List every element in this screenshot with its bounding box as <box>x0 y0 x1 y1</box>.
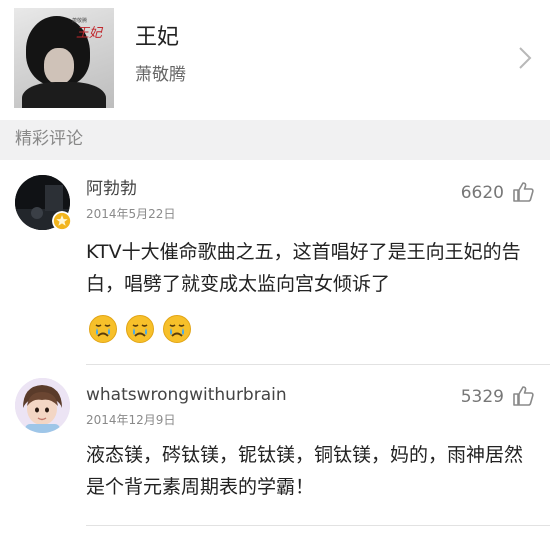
section-header: 精彩评论 <box>0 120 550 160</box>
comment-item[interactable]: whatswrongwithurbrain 2014年12月9日 5329 液态… <box>0 365 550 534</box>
username[interactable]: 阿勃勃 <box>86 181 137 198</box>
cover-face <box>44 48 74 84</box>
crying-face-icon <box>89 315 117 343</box>
chevron-right-icon[interactable] <box>518 46 532 70</box>
avatar[interactable] <box>15 378 70 433</box>
username[interactable]: whatswrongwithurbrain <box>86 387 287 404</box>
crying-face-icon <box>126 315 154 343</box>
album-cover: 萧敬腾 王妃 <box>14 8 114 108</box>
song-artist[interactable]: 萧敬腾 <box>135 67 186 84</box>
thumbs-up-icon[interactable] <box>512 385 534 407</box>
section-title: 精彩评论 <box>15 129 83 149</box>
avatar-image <box>15 378 70 433</box>
comment-date: 2014年12月9日 <box>86 413 176 427</box>
crying-face-icon <box>163 315 191 343</box>
like-count: 6620 <box>460 183 504 203</box>
song-title: 王妃 <box>135 25 180 50</box>
comment-text: 液态镁，硶钛镁，铌钛镁，铜钛镁，妈的，雨神居然是个背元素周期表的学霸！ <box>86 444 524 498</box>
thumbs-up-icon[interactable] <box>512 181 534 203</box>
like-count: 5329 <box>460 387 504 407</box>
comment-date: 2014年5月22日 <box>86 207 176 221</box>
song-header[interactable]: 萧敬腾 王妃 王妃 萧敬腾 <box>0 0 550 120</box>
divider <box>86 525 550 526</box>
cover-script-text: 王妃 <box>76 26 103 41</box>
comment-text: KTV十大催命歌曲之五，这首唱好了是王向王妃的告白，唱劈了就变成太监向宫女倾诉了 <box>86 241 521 295</box>
cover-body <box>22 82 106 108</box>
vip-star-badge-icon <box>52 211 72 231</box>
comment-item[interactable]: 阿勃勃 2014年5月22日 6620 KTV十大催命歌曲之五，这首唱好了是王向… <box>0 160 550 365</box>
